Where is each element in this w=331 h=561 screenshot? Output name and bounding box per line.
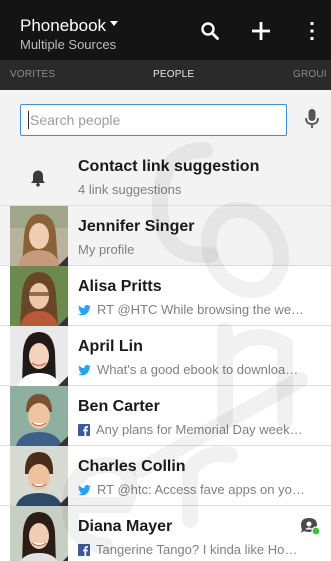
avatar bbox=[10, 506, 68, 561]
facebook-icon bbox=[78, 544, 90, 556]
contact-subtitle: RT @HTC While browsing the we… bbox=[78, 302, 326, 317]
facebook-icon bbox=[78, 424, 90, 436]
avatar bbox=[10, 206, 68, 266]
contact-name: Diana Mayer bbox=[78, 518, 173, 535]
twitter-icon bbox=[78, 305, 91, 316]
app-subtitle: Multiple Sources bbox=[20, 37, 117, 52]
contact-name: Contact link suggestion bbox=[78, 158, 260, 175]
app-title: Phonebook bbox=[20, 16, 107, 35]
contact-subtitle: Tangerine Tango? I kinda like Ho… bbox=[78, 542, 326, 557]
app-bar: Phonebook Multiple Sources bbox=[0, 0, 331, 60]
overflow-menu-button[interactable] bbox=[299, 18, 325, 44]
source-dropdown[interactable]: Phonebook bbox=[20, 16, 119, 35]
microphone-icon[interactable] bbox=[304, 108, 320, 130]
contact-row[interactable]: Charles Collin RT @htc: Access fave apps… bbox=[0, 446, 331, 506]
contact-list: Contact link suggestion 4 link suggestio… bbox=[0, 146, 331, 561]
contact-row[interactable]: Alisa Pritts RT @HTC While browsing the … bbox=[0, 266, 331, 326]
contact-subtitle: 4 link suggestions bbox=[78, 182, 182, 197]
text-cursor bbox=[28, 111, 29, 129]
tab-bar: VORITES PEOPLE GROUI bbox=[0, 60, 331, 90]
overflow-menu-icon bbox=[310, 22, 314, 40]
contact-row[interactable]: Ben Carter Any plans for Memorial Day we… bbox=[0, 386, 331, 446]
twitter-icon bbox=[78, 485, 91, 496]
dropdown-caret-icon bbox=[110, 21, 119, 27]
contact-row[interactable]: Jennifer Singer My profile bbox=[0, 206, 331, 266]
tab-favorites[interactable]: VORITES bbox=[10, 69, 55, 81]
contact-subtitle: My profile bbox=[78, 242, 135, 257]
contact-name: Alisa Pritts bbox=[78, 278, 162, 295]
contact-subtitle: What's a good ebook to downloa… bbox=[78, 362, 326, 377]
avatar bbox=[10, 386, 68, 446]
search-icon bbox=[201, 22, 219, 40]
contact-row[interactable]: Diana Mayer Tangerine Tango? I kinda lik… bbox=[0, 506, 331, 561]
chat-presence-icon bbox=[301, 518, 321, 536]
contact-name: Jennifer Singer bbox=[78, 218, 195, 235]
contact-name: Ben Carter bbox=[78, 398, 160, 415]
avatar bbox=[10, 326, 68, 386]
contact-name: Charles Collin bbox=[78, 458, 186, 475]
contact-subtitle: Any plans for Memorial Day week… bbox=[78, 422, 326, 437]
link-suggestion-row[interactable]: Contact link suggestion 4 link suggestio… bbox=[0, 146, 331, 206]
avatar bbox=[10, 266, 68, 326]
twitter-icon bbox=[78, 365, 91, 376]
search-box[interactable] bbox=[20, 104, 287, 136]
search-button[interactable] bbox=[197, 18, 223, 44]
avatar bbox=[10, 446, 68, 506]
tab-people[interactable]: PEOPLE bbox=[153, 69, 194, 81]
search-bar bbox=[0, 90, 331, 146]
add-icon bbox=[252, 22, 270, 40]
contact-row[interactable]: April Lin What's a good ebook to downloa… bbox=[0, 326, 331, 386]
add-contact-button[interactable] bbox=[248, 18, 274, 44]
bell-icon bbox=[31, 170, 45, 187]
contact-name: April Lin bbox=[78, 338, 143, 355]
tab-groups[interactable]: GROUI bbox=[293, 69, 327, 81]
search-input[interactable] bbox=[30, 111, 275, 129]
contact-subtitle: RT @htc: Access fave apps on yo… bbox=[78, 482, 326, 497]
